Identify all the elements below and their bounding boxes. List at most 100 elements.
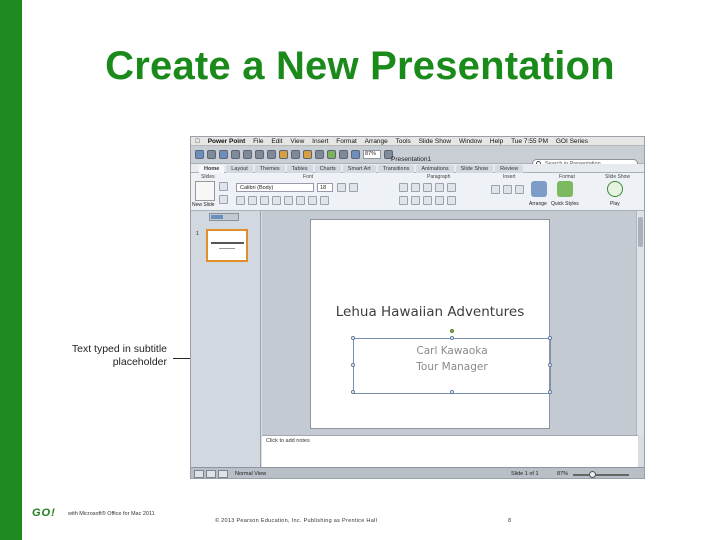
tab-animations[interactable]: Animations bbox=[416, 165, 454, 173]
tab-smartart[interactable]: Smart Art bbox=[342, 165, 376, 173]
text-effects-icon[interactable] bbox=[308, 196, 317, 205]
font-name-select[interactable]: Calibri (Body) bbox=[236, 183, 314, 192]
strikethrough-button[interactable] bbox=[272, 196, 281, 205]
slide-title-text[interactable]: Lehua Hawaiian Adventures bbox=[311, 304, 549, 320]
grow-font-icon[interactable] bbox=[337, 183, 346, 192]
copy-icon[interactable] bbox=[267, 150, 276, 159]
bullets-icon[interactable] bbox=[399, 183, 408, 192]
indent-icon[interactable] bbox=[423, 183, 432, 192]
status-view-name: Normal View bbox=[235, 471, 267, 477]
rotate-handle[interactable] bbox=[450, 329, 454, 333]
align-center-icon[interactable] bbox=[411, 196, 420, 205]
menu-arrange[interactable]: Arrange bbox=[365, 137, 388, 146]
slide-show-view-button[interactable] bbox=[218, 470, 228, 478]
resize-handle[interactable] bbox=[351, 363, 355, 367]
highlight-icon[interactable] bbox=[296, 196, 305, 205]
menu-edit[interactable]: Edit bbox=[271, 137, 282, 146]
align-right-icon[interactable] bbox=[423, 196, 432, 205]
font-size-select[interactable]: 18 bbox=[317, 183, 333, 192]
tab-review[interactable]: Review bbox=[495, 165, 524, 173]
vertical-scrollbar[interactable] bbox=[636, 211, 644, 435]
menu-app[interactable]: Power Point bbox=[208, 137, 246, 146]
quick-styles-icon[interactable] bbox=[557, 181, 573, 197]
templates-icon[interactable] bbox=[207, 150, 216, 159]
cut-icon[interactable] bbox=[255, 150, 264, 159]
undo-icon[interactable] bbox=[303, 150, 312, 159]
insert-picture-icon[interactable] bbox=[327, 150, 336, 159]
bold-button[interactable] bbox=[236, 196, 245, 205]
tab-charts[interactable]: Charts bbox=[314, 165, 341, 173]
insert-table-icon[interactable] bbox=[339, 150, 348, 159]
ribbon-home: Slides Font Paragraph Insert Format Slid… bbox=[191, 173, 644, 211]
tab-slide-show[interactable]: Slide Show bbox=[455, 165, 494, 173]
resize-handle[interactable] bbox=[548, 390, 552, 394]
menu-view[interactable]: View bbox=[290, 137, 304, 146]
font-color-icon[interactable] bbox=[284, 196, 293, 205]
resize-handle[interactable] bbox=[351, 390, 355, 394]
normal-view-button[interactable] bbox=[194, 470, 204, 478]
menu-insert[interactable]: Insert bbox=[312, 137, 328, 146]
tab-themes[interactable]: Themes bbox=[254, 165, 285, 173]
slide-thumbnail[interactable] bbox=[206, 229, 248, 262]
slide-canvas[interactable]: Lehua Hawaiian Adventures Carl Kawaoka T… bbox=[310, 219, 552, 429]
picture-icon[interactable] bbox=[503, 185, 512, 194]
new-slide-button[interactable] bbox=[195, 181, 215, 201]
menu-help[interactable]: Help bbox=[490, 137, 503, 146]
paste-icon[interactable] bbox=[279, 150, 288, 159]
page-number: 8 bbox=[508, 518, 512, 524]
italic-button[interactable] bbox=[248, 196, 257, 205]
slide-edit-area: Lehua Hawaiian Adventures Carl Kawaoka T… bbox=[262, 211, 644, 435]
notes-placeholder: Click to add notes bbox=[266, 438, 310, 444]
shrink-font-icon[interactable] bbox=[349, 183, 358, 192]
mac-menubar:  Power Point File Edit View Insert Form… bbox=[191, 137, 644, 146]
zoom-slider[interactable] bbox=[573, 474, 629, 476]
section-icon[interactable] bbox=[219, 195, 228, 204]
underline-button[interactable] bbox=[260, 196, 269, 205]
save-icon[interactable] bbox=[231, 150, 240, 159]
outdent-icon[interactable] bbox=[435, 183, 444, 192]
align-left-icon[interactable] bbox=[399, 196, 408, 205]
menu-slide-show[interactable]: Slide Show bbox=[419, 137, 452, 146]
menu-file[interactable]: File bbox=[253, 137, 263, 146]
status-zoom-value: 87% bbox=[557, 471, 569, 477]
tab-tables[interactable]: Tables bbox=[286, 165, 313, 173]
left-accent-bar bbox=[0, 0, 22, 540]
play-icon[interactable] bbox=[607, 181, 623, 197]
open-icon[interactable] bbox=[219, 150, 228, 159]
subtitle-placeholder[interactable]: Carl Kawaoka Tour Manager bbox=[351, 329, 552, 394]
shape-icon[interactable] bbox=[515, 185, 524, 194]
zoom-slider-knob[interactable] bbox=[589, 471, 596, 478]
tab-layout[interactable]: Layout bbox=[226, 165, 253, 173]
zoom-box[interactable]: 87% bbox=[363, 150, 381, 159]
resize-handle[interactable] bbox=[548, 336, 552, 340]
apple-icon[interactable]:  bbox=[195, 137, 200, 146]
menu-tools[interactable]: Tools bbox=[396, 137, 411, 146]
resize-handle[interactable] bbox=[351, 336, 355, 340]
clear-format-icon[interactable] bbox=[320, 196, 329, 205]
resize-handle[interactable] bbox=[450, 336, 454, 340]
columns-icon[interactable] bbox=[447, 196, 456, 205]
numbering-icon[interactable] bbox=[411, 183, 420, 192]
slide-sorter-button[interactable] bbox=[206, 470, 216, 478]
slides-outline-toggle[interactable] bbox=[209, 213, 239, 221]
justify-icon[interactable] bbox=[435, 196, 444, 205]
new-icon[interactable] bbox=[195, 150, 204, 159]
text-box-icon[interactable] bbox=[491, 185, 500, 194]
resize-handle[interactable] bbox=[450, 390, 454, 394]
tab-home[interactable]: Home bbox=[199, 165, 225, 173]
slide-show-icon[interactable] bbox=[351, 150, 360, 159]
menu-format[interactable]: Format bbox=[336, 137, 357, 146]
resize-handle[interactable] bbox=[548, 363, 552, 367]
menubar-user[interactable]: GOI Series bbox=[556, 137, 588, 146]
go-logo: GO! bbox=[32, 507, 56, 519]
arrange-icon[interactable] bbox=[531, 181, 547, 197]
format-painter-icon[interactable] bbox=[291, 150, 300, 159]
callout-label: Text typed in subtitle placeholder bbox=[71, 343, 167, 368]
notes-pane[interactable]: Click to add notes bbox=[262, 435, 638, 467]
print-icon[interactable] bbox=[243, 150, 252, 159]
redo-icon[interactable] bbox=[315, 150, 324, 159]
tab-transitions[interactable]: Transitions bbox=[377, 165, 415, 173]
line-spacing-icon[interactable] bbox=[447, 183, 456, 192]
layout-icon[interactable] bbox=[219, 182, 228, 191]
menu-window[interactable]: Window bbox=[459, 137, 482, 146]
